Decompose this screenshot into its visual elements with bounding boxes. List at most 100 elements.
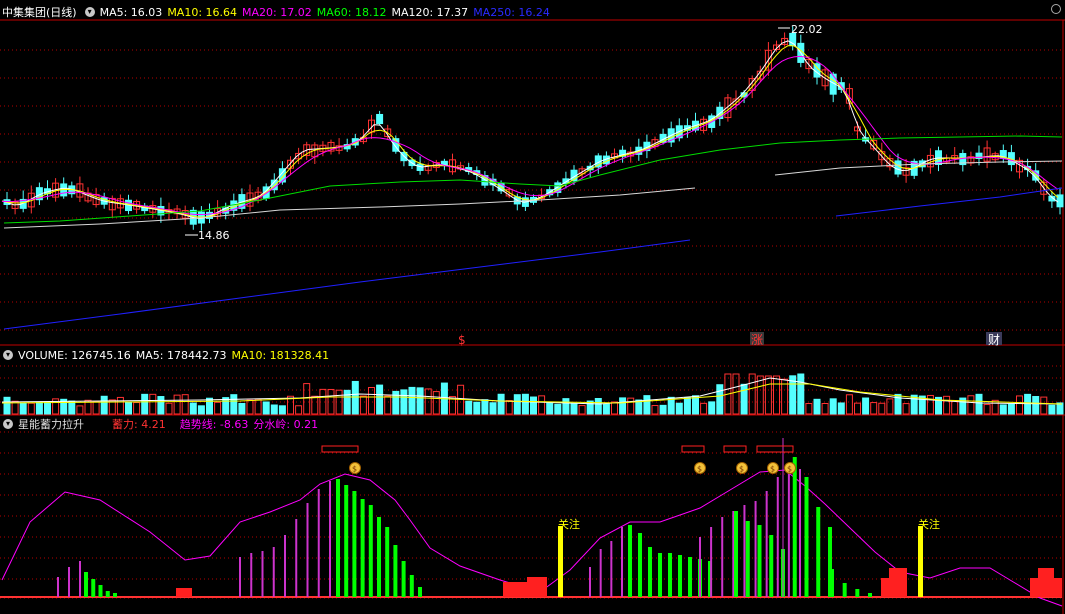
volume-bar-up bbox=[878, 402, 886, 415]
volume-bar-up bbox=[578, 405, 586, 415]
volume-bar-down bbox=[1007, 403, 1015, 415]
watch-label-2: 关注 bbox=[918, 517, 940, 531]
ma10-label: MA10: 16.64 bbox=[167, 5, 238, 19]
dropdown-icon[interactable]: ▾ bbox=[84, 7, 95, 17]
volume-bar-down bbox=[473, 401, 481, 415]
volume-bar-up bbox=[627, 397, 635, 415]
volume-bar-down bbox=[1032, 396, 1040, 415]
stock-title[interactable]: 中集集团(日线) bbox=[2, 4, 77, 20]
ma5-label: MA5: 16.03 bbox=[99, 5, 163, 19]
signal-block bbox=[527, 577, 547, 597]
volume-bar-down bbox=[554, 403, 562, 415]
volume-bar-up bbox=[773, 375, 780, 415]
volume-bar-down bbox=[376, 384, 384, 415]
volume-bar-up bbox=[732, 373, 740, 415]
ma250-line bbox=[835, 187, 1063, 217]
volume-bar-up bbox=[368, 387, 375, 415]
volume-bar-down bbox=[416, 387, 424, 415]
volume-bar-down bbox=[238, 402, 246, 415]
volume-bar-up bbox=[902, 403, 910, 415]
volume-bar-up bbox=[651, 405, 659, 415]
volume-bar-down bbox=[343, 389, 351, 415]
volume-bar-down bbox=[44, 401, 51, 415]
volume-bar-down bbox=[125, 401, 132, 415]
money-bag-symbol: $ bbox=[352, 465, 357, 474]
trend-label: 趋势线: -8.63 bbox=[179, 418, 249, 431]
volume-bar-down bbox=[141, 393, 149, 415]
volume-bar-up bbox=[303, 383, 311, 415]
volume-bar-up bbox=[611, 401, 618, 415]
volume-bar-down bbox=[1024, 393, 1032, 415]
volume-bar-down bbox=[546, 401, 554, 415]
indicator-dropdown-icon[interactable]: ▾ bbox=[3, 419, 13, 429]
volume-bar-down bbox=[1056, 402, 1064, 415]
volume-bar-up bbox=[951, 400, 959, 415]
volume-bar-down bbox=[3, 396, 11, 415]
volume-bar-down bbox=[683, 397, 691, 415]
watch-bar bbox=[918, 526, 923, 597]
volume-bar-down bbox=[19, 402, 27, 415]
volume-bar-down bbox=[222, 397, 230, 415]
volume-label: VOLUME: 126745.16 bbox=[18, 348, 131, 362]
volume-bar-up bbox=[538, 395, 546, 415]
volume-bar-up bbox=[805, 403, 813, 415]
volume-bar-up bbox=[1040, 396, 1048, 415]
volume-bar-up bbox=[116, 396, 124, 415]
volume-bar-down bbox=[270, 404, 278, 415]
volume-bar-down bbox=[513, 394, 521, 415]
volume-bar-up bbox=[926, 394, 934, 415]
volume-bar-down bbox=[829, 398, 837, 415]
signal-box bbox=[321, 445, 359, 453]
watch-bar bbox=[558, 526, 563, 597]
dollar-marker: $ bbox=[458, 333, 466, 347]
volume-bar-down bbox=[206, 397, 213, 415]
signal-box bbox=[681, 445, 705, 453]
volume-bar-down bbox=[489, 402, 497, 415]
low-price-label: 14.86 bbox=[198, 229, 230, 242]
xuli-label: 蓄力: 4.21 bbox=[112, 418, 166, 431]
volume-bar-down bbox=[602, 403, 610, 415]
volume-bar-down bbox=[481, 399, 489, 415]
volume-bar-up bbox=[432, 391, 440, 415]
volume-bar-up bbox=[295, 405, 303, 415]
volume-bar-up bbox=[756, 375, 764, 415]
volume-bar-down bbox=[35, 401, 43, 415]
volume-bar-up bbox=[870, 402, 878, 415]
rise-marker: 涨 bbox=[751, 332, 763, 347]
volume-bar-down bbox=[262, 401, 270, 415]
volume-bar-up bbox=[943, 395, 951, 415]
volume-bar-down bbox=[530, 396, 537, 415]
volume-bar-up bbox=[254, 398, 262, 415]
money-bag-symbol: $ bbox=[697, 465, 702, 474]
candle-down bbox=[1056, 194, 1064, 208]
volume-bar-down bbox=[100, 395, 108, 415]
volume-bar-up bbox=[359, 395, 367, 415]
volume-bar-down bbox=[740, 383, 748, 415]
volume-bar-down bbox=[351, 380, 359, 415]
volume-bar-down bbox=[797, 373, 805, 415]
indicator-title[interactable]: 星能蓄力拉升 bbox=[18, 416, 84, 432]
ma10-line bbox=[1, 45, 1059, 218]
volume-bar-up bbox=[854, 402, 861, 415]
volume-bar-up bbox=[967, 395, 975, 415]
watershed-label: 分水岭: 0.21 bbox=[253, 418, 319, 431]
volume-bar-down bbox=[521, 393, 529, 415]
watch-label-1: 关注 bbox=[558, 517, 580, 531]
settings-icon[interactable] bbox=[1051, 4, 1061, 14]
volume-bar-up bbox=[214, 401, 222, 415]
money-bag-symbol: $ bbox=[770, 465, 775, 474]
stock-chart[interactable]: 22.02 14.86 $ 涨 财关注 关注 $ $ $ $ $ bbox=[0, 0, 1065, 614]
volume-bar-up bbox=[991, 399, 999, 415]
candle-down bbox=[376, 113, 384, 125]
money-bag-symbol: $ bbox=[739, 465, 744, 474]
ma20-line bbox=[1, 55, 1059, 216]
volume-bar-down bbox=[497, 393, 505, 415]
volume-bar-down bbox=[570, 403, 578, 415]
ma250-label: MA250: 16.24 bbox=[473, 5, 550, 19]
volume-dropdown-icon[interactable]: ▾ bbox=[3, 350, 13, 360]
ma5-line bbox=[1, 40, 1059, 220]
volume-bar-up bbox=[821, 402, 829, 415]
volume-bar-down bbox=[1048, 404, 1056, 415]
volume-bar-down bbox=[975, 393, 983, 415]
volume-bar-up bbox=[311, 395, 319, 415]
